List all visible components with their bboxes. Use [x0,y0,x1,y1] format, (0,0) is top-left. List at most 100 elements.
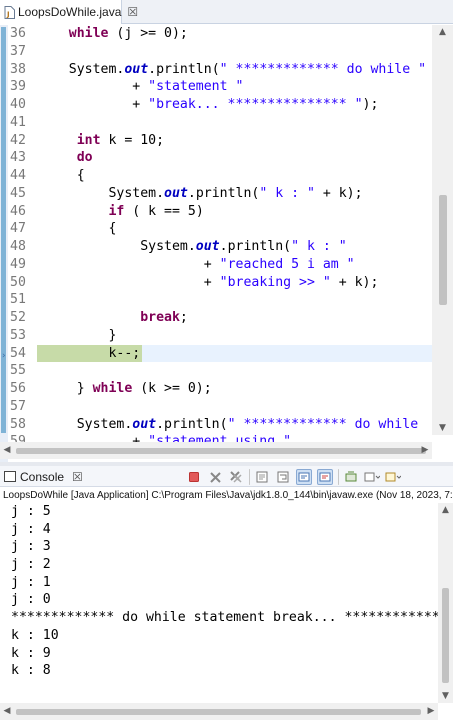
code-line[interactable]: 42 int k = 10; [0,132,432,150]
line-number: 52 [10,310,26,325]
console-output-line: j : 1 [11,574,51,590]
pin-console-icon[interactable] [343,469,359,485]
code-line[interactable]: 50 + "breaking >> " + k); [0,274,432,292]
line-number: 48 [10,239,26,254]
code-line[interactable]: 45 System.out.println(" k : " + k); [0,185,432,203]
code-line-current[interactable]: › 54 k--; [0,344,432,363]
line-code: + "statement " [37,78,243,96]
console-vscroll-thumb[interactable] [442,588,449,683]
open-console-icon[interactable] [385,469,401,485]
code-line[interactable]: 46 if ( k == 5) [0,203,432,221]
code-line[interactable]: 39 + "statement " [0,78,432,96]
code-editor[interactable]: 36 while (j >= 0); 37 38 System.out.printl… [0,25,453,462]
line-number: 41 [10,114,26,130]
line-number: 39 [10,79,26,95]
code-token: + [37,274,220,290]
field-token: out [164,185,188,201]
code-line[interactable]: 38 System.out.println(" ************* do… [0,61,432,79]
console-vertical-scrollbar[interactable]: ▲ ▼ [438,503,453,703]
word-wrap-icon[interactable] [275,469,291,485]
code-token: .println( [156,416,228,432]
console-output-line: k : 10 [11,627,59,643]
code-line[interactable]: 36 while (j >= 0); [0,25,432,43]
console-horizontal-scrollbar[interactable]: ◀ ▶ [0,703,438,720]
remove-launch-icon[interactable] [207,469,223,485]
scroll-right-arrow-icon[interactable]: ▶ [424,703,438,720]
editor-tab-bar: J LoopsDoWhile.java ☒ [0,0,453,24]
code-token: ( k == 5) [124,203,204,219]
console-output-line: j : 5 [11,504,51,519]
remove-all-icon[interactable] [228,469,244,485]
console-icon [4,471,16,482]
java-file-icon: J [4,5,15,19]
console-output[interactable]: j : 5 j : 4 j : 3 j : 2j : 1 j : 0 **********… [0,503,438,703]
scroll-right-arrow-icon[interactable]: ▶ [418,442,432,459]
editor-vscroll-thumb[interactable] [439,195,447,305]
display-console-icon[interactable] [364,469,380,485]
code-line[interactable]: 51 [0,291,432,309]
terminate-icon[interactable] [186,469,202,485]
line-code: k--; [37,345,140,363]
code-line[interactable]: 52 break; [0,309,432,327]
line-number: 54 [10,345,26,361]
scroll-up-arrow-icon[interactable]: ▲ [438,503,453,517]
code-token: System. [37,61,125,77]
scroll-lock-icon[interactable] [254,469,270,485]
code-token: { [37,168,85,183]
scroll-left-arrow-icon[interactable]: ◀ [0,703,14,720]
line-code: System.out.println(" k : " [37,238,346,256]
code-line[interactable]: 48 System.out.println(" k : " [0,238,432,256]
string-token: "break... *************** " [148,97,363,112]
code-token: { [37,221,117,237]
code-line[interactable]: 40 + "break... *************** "); [0,96,432,114]
code-token: System. [37,185,165,201]
line-number: 44 [10,168,26,183]
show-on-output-icon[interactable] [296,469,312,485]
console-tab[interactable]: Console ☒ [0,466,83,487]
editor-tab-loopsdowhile[interactable]: J LoopsDoWhile.java ☒ [0,0,138,24]
console-output-line: j : 0 [11,592,51,608]
code-line[interactable]: 58 System.out.println(" ************* do… [0,416,432,434]
console-hscroll-thumb[interactable] [16,709,421,715]
close-tab-icon[interactable]: ☒ [127,5,138,19]
code-token: + k); [330,274,379,290]
code-line[interactable]: 47 { [0,220,432,238]
line-code: break; [37,309,188,327]
line-code: int k = 10; [37,132,164,150]
line-number: 38 [10,61,26,77]
keyword-token: int [76,132,101,148]
console-output-line: j : 3 [11,539,51,555]
code-lines[interactable]: 36 while (j >= 0); 37 38 System.out.printl… [0,25,432,451]
code-line[interactable]: 37 [0,43,432,61]
code-token: .println( [219,239,292,254]
launch-info: LoopsDoWhile [Java Application] C:\Progr… [3,490,453,501]
editor-hscroll-thumb[interactable] [16,448,426,454]
editor-vertical-scrollbar[interactable]: ▲ ▼ [432,25,453,435]
line-number: 45 [10,185,26,201]
code-line[interactable]: 57 [0,398,432,416]
code-line[interactable]: 55 [0,362,432,380]
code-line[interactable]: 56 } while (k >= 0); [0,380,432,398]
scroll-down-arrow-icon[interactable]: ▼ [438,689,453,703]
code-token: } [37,327,117,343]
scroll-up-arrow-icon[interactable]: ▲ [432,25,453,39]
code-token: (j >= 0); [108,26,188,41]
code-line[interactable]: 53 } [0,327,432,345]
console-output-line: j : 4 [11,521,51,537]
code-line[interactable]: 49 + "reached 5 i am " [0,256,432,274]
code-line[interactable]: 44 { [0,167,432,185]
show-on-error-icon[interactable] [317,469,333,485]
code-token: + [37,97,149,112]
code-line[interactable]: 43 do [0,149,432,167]
editor-horizontal-scrollbar[interactable]: ◀ ▶ [0,442,432,459]
code-token: .println( [148,61,220,77]
console-tab-label: Console [20,469,65,484]
scroll-down-arrow-icon[interactable]: ▼ [432,421,453,435]
line-code: System.out.println(" ************* do wh… [37,416,418,434]
scroll-left-arrow-icon[interactable]: ◀ [0,442,14,459]
close-console-icon[interactable]: ☒ [72,470,83,484]
code-line[interactable]: 41 [0,114,432,132]
string-token: " k : " [259,185,315,201]
